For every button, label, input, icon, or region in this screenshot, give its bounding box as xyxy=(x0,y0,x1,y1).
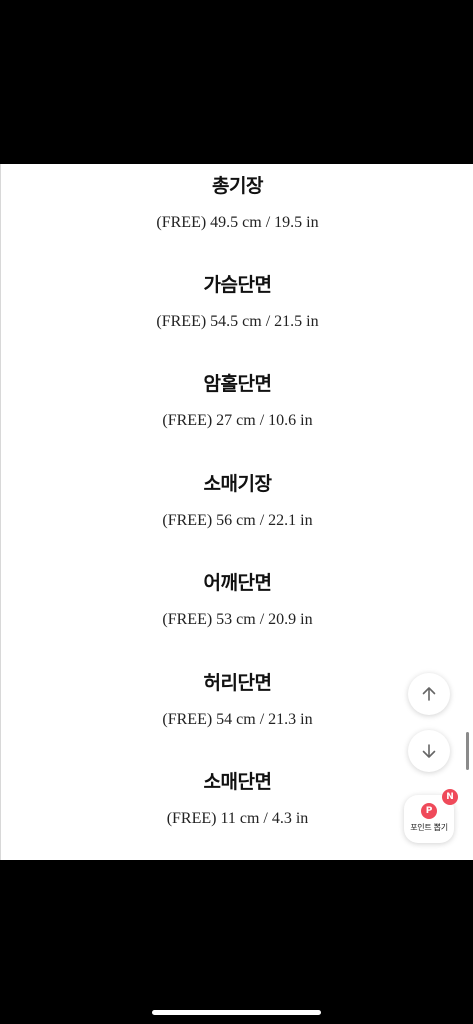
measurement-armhole-width: 암홀단면 (FREE) 27 cm / 10.6 in xyxy=(1,372,473,431)
measurement-value: (FREE) 11 cm / 4.3 in xyxy=(166,810,309,827)
measurement-value: (FREE) 56 cm / 22.1 in xyxy=(162,512,313,529)
measurement-chest-width: 가슴단면 (FREE) 54.5 cm / 21.5 in xyxy=(1,273,473,332)
scroll-to-top-button[interactable] xyxy=(408,673,450,715)
measurement-title: 소매기장 xyxy=(203,473,272,495)
measurement-title: 허리단면 xyxy=(203,672,272,694)
measurement-value: (FREE) 27 cm / 10.6 in xyxy=(162,412,313,429)
measurement-value: (FREE) 54 cm / 21.3 in xyxy=(162,711,313,728)
measurement-title: 소매단면 xyxy=(203,771,272,793)
scroll-to-bottom-button[interactable] xyxy=(408,730,450,772)
measurement-sleeve-length: 소매기장 (FREE) 56 cm / 22.1 in xyxy=(1,472,473,531)
measurement-shoulder-width: 어깨단면 (FREE) 53 cm / 20.9 in xyxy=(1,571,473,630)
point-draw-label: 포인트 뽑기 xyxy=(410,823,448,832)
point-icon: P xyxy=(421,803,437,819)
scrollbar-thumb[interactable] xyxy=(466,732,469,770)
size-info-panel: 총기장 (FREE) 49.5 cm / 19.5 in 가슴단면 (FREE)… xyxy=(0,164,473,860)
home-indicator[interactable] xyxy=(152,1010,321,1015)
measurement-title: 암홀단면 xyxy=(203,373,272,395)
measurement-value: (FREE) 49.5 cm / 19.5 in xyxy=(156,214,319,231)
measurement-title: 가슴단면 xyxy=(203,274,272,296)
new-badge: N xyxy=(442,789,458,805)
measurement-title: 총기장 xyxy=(212,175,263,197)
arrow-down-icon xyxy=(422,744,436,758)
arrow-up-icon xyxy=(422,687,436,701)
measurement-value: (FREE) 53 cm / 20.9 in xyxy=(162,611,313,628)
measurement-value: (FREE) 54.5 cm / 21.5 in xyxy=(156,313,319,330)
measurement-total-length: 총기장 (FREE) 49.5 cm / 19.5 in xyxy=(1,174,473,233)
measurement-title: 어깨단면 xyxy=(203,572,272,594)
screen: 총기장 (FREE) 49.5 cm / 19.5 in 가슴단면 (FREE)… xyxy=(0,0,473,1024)
measurement-waist-width: 허리단면 (FREE) 54 cm / 21.3 in xyxy=(1,671,473,730)
measurement-sleeve-width: 소매단면 (FREE) 11 cm / 4.3 in xyxy=(1,770,473,829)
